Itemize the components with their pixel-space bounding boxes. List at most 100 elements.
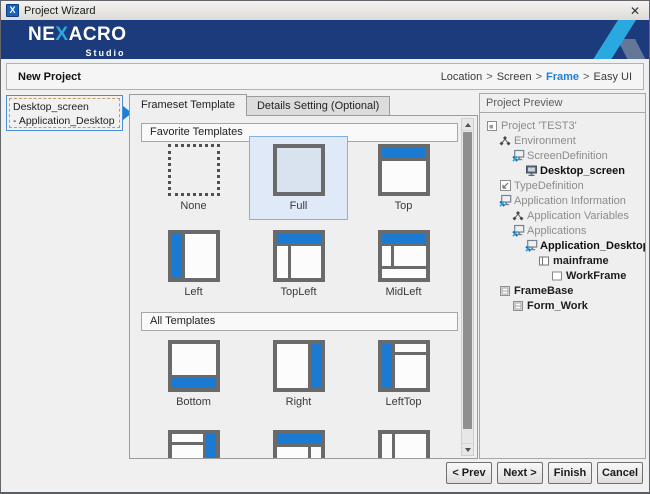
bottom-template-icon xyxy=(168,340,220,392)
app-icon: X xyxy=(6,4,19,17)
arrow-up-icon xyxy=(465,123,471,127)
template-scroll-area: Favorite TemplatesNoneFullTopLeftTopLeft… xyxy=(129,115,478,459)
cluster-icon xyxy=(498,134,512,147)
scrollbar-thumb[interactable] xyxy=(463,132,472,429)
breadcrumb-step-location[interactable]: Location xyxy=(441,71,483,83)
brand-accent-x: X xyxy=(55,24,68,45)
full-template-icon xyxy=(273,144,325,196)
breadcrumb-step-screen[interactable]: Screen xyxy=(497,71,532,83)
tree-item-label: WorkFrame xyxy=(566,270,626,282)
template-option-full[interactable]: Full xyxy=(246,144,351,213)
project-preview-title: Project Preview xyxy=(479,93,646,113)
template-row: None Full Top xyxy=(141,144,458,213)
template-option-right[interactable]: Right xyxy=(246,340,351,409)
tab-bar: Frameset Template Details Setting (Optio… xyxy=(129,93,478,115)
breadcrumb-separator: > xyxy=(482,71,496,83)
tree-item-label: Application_Desktop xyxy=(540,240,646,252)
tree-item-label: Project 'TEST3' xyxy=(501,120,577,132)
cluster-icon xyxy=(511,209,525,222)
arrow-down-icon xyxy=(465,448,471,452)
brand-text-suffix: ACRO xyxy=(69,24,127,45)
tree-item[interactable]: TypeDefinition xyxy=(480,178,645,193)
square-icon xyxy=(550,269,564,282)
center-panel: Frameset Template Details Setting (Optio… xyxy=(129,93,478,459)
project-icon xyxy=(485,119,499,132)
tree-item[interactable]: Application Information xyxy=(480,193,645,208)
cancel-button[interactable]: Cancel xyxy=(597,462,643,484)
screen-x-icon xyxy=(511,224,525,237)
application-name: - Application_Desktop xyxy=(13,114,116,128)
finish-button[interactable]: Finish xyxy=(548,462,592,484)
template-row: LeftTopLeft MidLeft xyxy=(141,230,458,299)
close-icon[interactable]: ✕ xyxy=(626,4,644,18)
brand-header: NEXACRO Studio xyxy=(1,20,649,59)
tree-item[interactable]: Form_Work xyxy=(480,298,645,313)
brand-x-graphic xyxy=(563,20,649,59)
next-button[interactable]: Next > xyxy=(497,462,543,484)
tree-item[interactable]: Environment xyxy=(480,133,645,148)
template-option-left[interactable]: Left xyxy=(141,230,246,299)
template-option-none[interactable]: None xyxy=(141,144,246,213)
tree-item[interactable]: Desktop_screen xyxy=(480,163,645,178)
template-label: MidLeft xyxy=(385,286,421,298)
screen-x-icon xyxy=(511,149,525,162)
screen-x-icon xyxy=(498,194,512,207)
screen-name: Desktop_screen xyxy=(13,100,116,114)
scrollbar-down-button[interactable] xyxy=(462,443,473,455)
template-row xyxy=(141,430,458,459)
tree-item[interactable]: ScreenDefinition xyxy=(480,148,645,163)
tree-item[interactable]: mainframe xyxy=(480,253,645,268)
tree-item-label: Applications xyxy=(527,225,586,237)
section-header: All Templates xyxy=(141,312,458,331)
selected-screen-item[interactable]: Desktop_screen - Application_Desktop xyxy=(6,95,123,131)
tree-item[interactable]: Application Variables xyxy=(480,208,645,223)
screen-x-icon xyxy=(524,239,538,252)
tab-details-setting[interactable]: Details Setting (Optional) xyxy=(247,96,390,115)
template-option-bottom[interactable]: Bottom xyxy=(141,340,246,409)
scrollbar-up-button[interactable] xyxy=(462,119,473,131)
breadcrumb: Location>Screen>Frame>Easy UI xyxy=(441,71,632,83)
window-title: Project Wizard xyxy=(24,5,96,17)
template-option-lefttop[interactable]: LeftTop xyxy=(351,340,456,409)
wizard-bar: New Project Location>Screen>Frame>Easy U… xyxy=(6,63,644,90)
template-option-righttop[interactable] xyxy=(141,430,246,459)
tree-item-label: Application Variables xyxy=(527,210,629,222)
project-wizard-dialog: X Project Wizard ✕ NEXACRO Studio New Pr… xyxy=(0,0,650,494)
template-label: Right xyxy=(286,396,312,408)
prev-button[interactable]: < Prev xyxy=(446,462,492,484)
tab-frameset-template[interactable]: Frameset Template xyxy=(129,94,247,116)
template-option-topleft[interactable]: TopLeft xyxy=(246,230,351,299)
selected-screen-item-text: Desktop_screen - Application_Desktop xyxy=(9,98,120,128)
brand-logo: NEXACRO Studio xyxy=(28,25,127,59)
template-label: Full xyxy=(290,200,308,212)
topleft-template-icon xyxy=(273,230,325,282)
none-template-icon xyxy=(168,144,220,196)
template-option-leftbottom[interactable] xyxy=(351,430,456,459)
template-list: Favorite TemplatesNoneFullTopLeftTopLeft… xyxy=(130,123,477,459)
tree-item-label: FrameBase xyxy=(514,285,573,297)
monitor-icon xyxy=(524,164,538,177)
tree-item[interactable]: FrameBase xyxy=(480,283,645,298)
lefttop-template-icon xyxy=(378,340,430,392)
tree-item[interactable]: WorkFrame xyxy=(480,268,645,283)
footer-buttons: < Prev Next > Finish Cancel xyxy=(446,462,643,484)
grid-icon xyxy=(498,284,512,297)
tree-item[interactable]: Application_Desktop xyxy=(480,238,645,253)
vertical-scrollbar[interactable] xyxy=(461,118,474,456)
template-option-midleft[interactable]: MidLeft xyxy=(351,230,456,299)
frame-icon xyxy=(537,254,551,267)
page-title: New Project xyxy=(18,71,81,83)
left-template-icon xyxy=(168,230,220,282)
template-row: Bottom Right LeftTop xyxy=(141,340,458,409)
tree-item[interactable]: Applications xyxy=(480,223,645,238)
tree-item[interactable]: Project 'TEST3' xyxy=(480,118,645,133)
typedef-icon xyxy=(498,179,512,192)
brand-subtitle: Studio xyxy=(28,44,127,59)
breadcrumb-step-frame[interactable]: Frame xyxy=(546,71,579,83)
template-label: Top xyxy=(395,200,413,212)
template-option-top[interactable]: Top xyxy=(351,144,456,213)
template-option-topright[interactable] xyxy=(246,430,351,459)
tree-item-label: mainframe xyxy=(553,255,609,267)
breadcrumb-separator: > xyxy=(579,71,593,83)
breadcrumb-step-easy-ui[interactable]: Easy UI xyxy=(593,71,632,83)
